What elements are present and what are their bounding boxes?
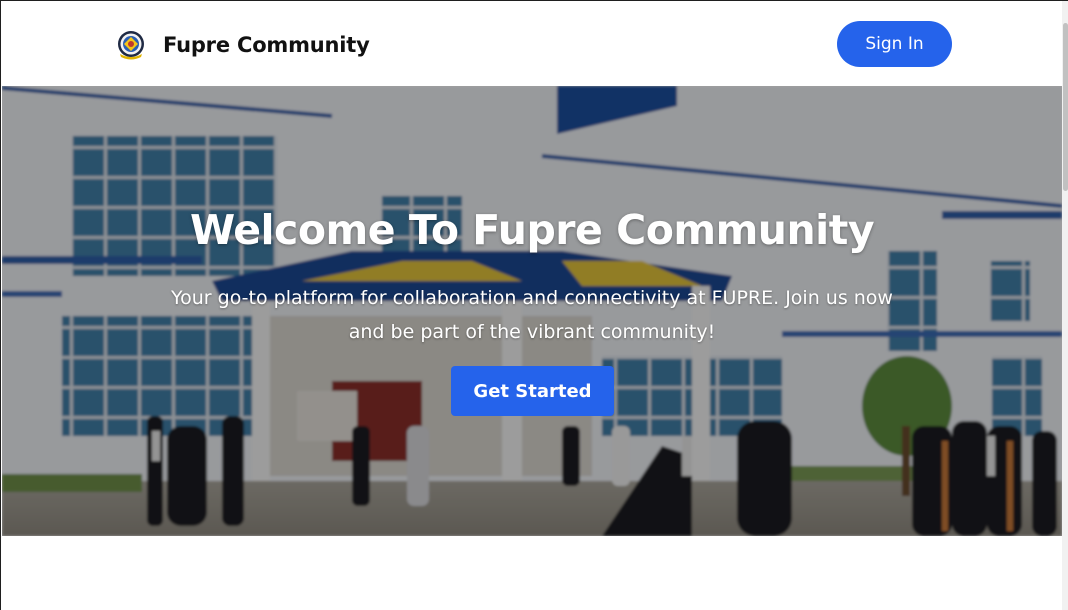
hero-section: Welcome To Fupre Community Your go-to pl… xyxy=(2,86,1062,536)
lower-section xyxy=(1,536,1062,610)
get-started-button[interactable]: Get Started xyxy=(451,366,614,416)
university-crest-icon xyxy=(118,31,144,60)
top-navbar: Fupre Community Sign In xyxy=(1,1,1062,86)
vertical-scrollbar[interactable] xyxy=(1062,1,1068,610)
brand[interactable]: Fupre Community xyxy=(115,28,370,62)
sign-in-button[interactable]: Sign In xyxy=(837,21,952,67)
scrollbar-thumb[interactable] xyxy=(1063,23,1068,191)
hero-title: Welcome To Fupre Community xyxy=(189,206,875,254)
brand-name: Fupre Community xyxy=(163,33,370,57)
page: Fupre Community Sign In Welcome To Fupre… xyxy=(0,0,1068,610)
hero-subtitle: Your go-to platform for collaboration an… xyxy=(171,287,893,343)
hero-content: Welcome To Fupre Community Your go-to pl… xyxy=(2,86,1062,536)
